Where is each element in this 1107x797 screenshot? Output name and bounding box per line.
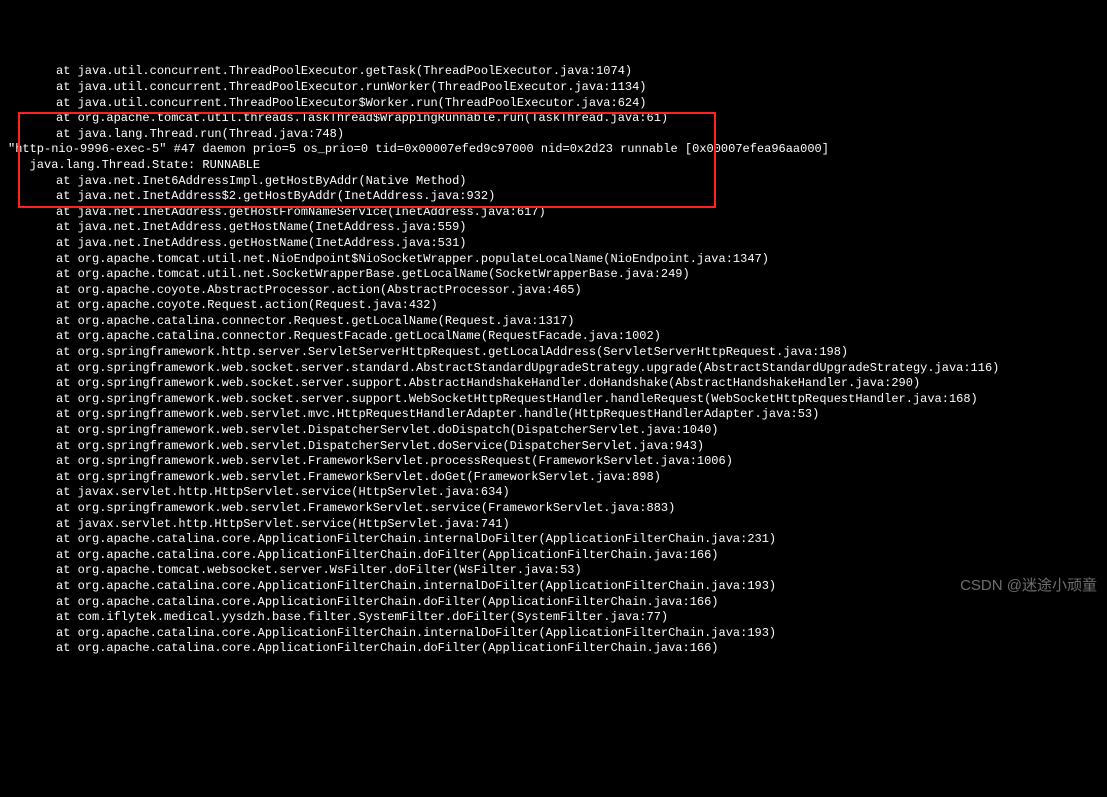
stack-trace-line: at java.lang.Thread.run(Thread.java:748) [0,127,1107,143]
stack-trace-line: at java.net.Inet6AddressImpl.getHostByAd… [0,174,1107,190]
stack-trace-line: at org.springframework.web.servlet.Dispa… [0,439,1107,455]
stack-trace-line: at java.net.InetAddress.getHostFromNameS… [0,205,1107,221]
stack-trace-line: at org.apache.coyote.AbstractProcessor.a… [0,283,1107,299]
stack-trace-line: at java.util.concurrent.ThreadPoolExecut… [0,80,1107,96]
stack-trace-line: at org.springframework.web.servlet.Frame… [0,454,1107,470]
stack-trace-line: at org.apache.catalina.core.ApplicationF… [0,626,1107,642]
stack-trace-line: at org.apache.catalina.connector.Request… [0,314,1107,330]
stack-trace-line: at org.apache.tomcat.util.net.SocketWrap… [0,267,1107,283]
stack-trace-line: at java.net.InetAddress.getHostName(Inet… [0,236,1107,252]
stack-trace-line: at org.apache.tomcat.websocket.server.Ws… [0,563,1107,579]
stack-trace-line: at org.apache.catalina.core.ApplicationF… [0,548,1107,564]
stack-trace-line: at org.springframework.web.servlet.Frame… [0,470,1107,486]
stack-trace-line: at org.apache.coyote.Request.action(Requ… [0,298,1107,314]
stack-trace-line: at org.springframework.web.socket.server… [0,376,1107,392]
stack-trace-line: at org.springframework.web.socket.server… [0,361,1107,377]
stack-trace-line: at org.apache.tomcat.util.net.NioEndpoin… [0,252,1107,268]
stack-trace-line: at org.apache.catalina.core.ApplicationF… [0,532,1107,548]
stack-trace-line: "http-nio-9996-exec-5" #47 daemon prio=5… [0,142,1107,158]
stack-trace-line: at java.net.InetAddress$2.getHostByAddr(… [0,189,1107,205]
stack-trace-line: at java.util.concurrent.ThreadPoolExecut… [0,96,1107,112]
stack-trace-line: at org.apache.catalina.connector.Request… [0,329,1107,345]
stack-trace-line: at org.springframework.web.socket.server… [0,392,1107,408]
stack-trace-line: java.lang.Thread.State: RUNNABLE [0,158,1107,174]
stack-trace-line: at java.util.concurrent.ThreadPoolExecut… [0,64,1107,80]
stack-trace-line: at org.apache.catalina.core.ApplicationF… [0,595,1107,611]
stack-trace-line: at javax.servlet.http.HttpServlet.servic… [0,517,1107,533]
stack-trace-line: at org.springframework.web.servlet.mvc.H… [0,407,1107,423]
stack-trace-line: at org.apache.catalina.core.ApplicationF… [0,579,1107,595]
terminal-output: at java.util.concurrent.ThreadPoolExecut… [0,64,1107,657]
stack-trace-line: at org.springframework.http.server.Servl… [0,345,1107,361]
stack-trace-line: at org.springframework.web.servlet.Frame… [0,501,1107,517]
stack-trace-line: at org.springframework.web.servlet.Dispa… [0,423,1107,439]
stack-trace-line: at javax.servlet.http.HttpServlet.servic… [0,485,1107,501]
stack-trace-line: at org.apache.catalina.core.ApplicationF… [0,641,1107,657]
stack-trace-line: at java.net.InetAddress.getHostName(Inet… [0,220,1107,236]
stack-trace-line: at org.apache.tomcat.util.threads.TaskTh… [0,111,1107,127]
stack-trace-line: at com.iflytek.medical.yysdzh.base.filte… [0,610,1107,626]
